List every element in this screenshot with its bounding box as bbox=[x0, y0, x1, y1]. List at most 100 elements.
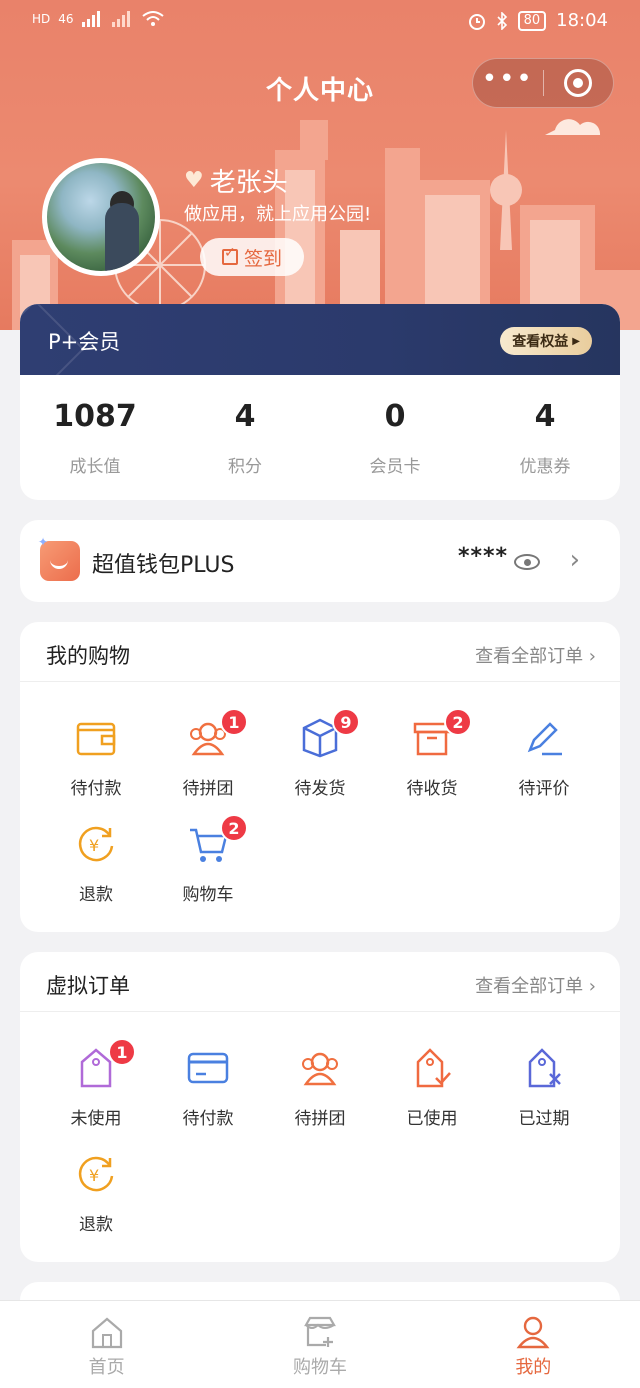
stat-label: 会员卡 bbox=[369, 457, 421, 477]
item-label: 待拼团 bbox=[294, 1109, 346, 1129]
profile-header: HD 46 80 18:04 个人中心 ••• ♥ 老张头 做应用，就上应用公园… bbox=[0, 0, 640, 330]
count-badge: 2 bbox=[220, 814, 248, 842]
view-all-orders-link[interactable]: 查看全部订单 › bbox=[475, 972, 596, 998]
card-icon bbox=[187, 1052, 229, 1084]
stat-points[interactable]: 4 积分 bbox=[170, 375, 320, 500]
signal-off-icon bbox=[111, 11, 130, 27]
stat-label: 成长值 bbox=[69, 457, 121, 477]
stat-value: 4 bbox=[234, 399, 256, 434]
store-cart-icon bbox=[304, 1316, 336, 1347]
bottom-tab-bar: 首页 购物车 我的 bbox=[0, 1300, 640, 1388]
user-name: 老张头 bbox=[209, 168, 288, 198]
item-label: 退款 bbox=[79, 1215, 113, 1235]
more-dots-icon: ••• bbox=[481, 64, 534, 94]
tab-label: 我的 bbox=[515, 1357, 552, 1378]
view-all-label: 查看全部订单 bbox=[475, 646, 584, 667]
stat-label: 优惠券 bbox=[519, 457, 571, 477]
hd-indicator: HD bbox=[32, 12, 51, 26]
tab-home[interactable]: 首页 bbox=[0, 1301, 213, 1388]
checkbox-icon bbox=[221, 245, 238, 265]
checkin-button[interactable]: 签到 bbox=[200, 238, 304, 276]
item-label: 已过期 bbox=[518, 1109, 570, 1129]
alarm-icon bbox=[468, 13, 485, 30]
checkin-label: 签到 bbox=[243, 247, 282, 270]
stat-member-card[interactable]: 0 会员卡 bbox=[320, 375, 470, 500]
tab-label: 首页 bbox=[88, 1357, 125, 1378]
item-label: 已使用 bbox=[406, 1109, 458, 1129]
virtual-pending-group[interactable]: 待拼团 bbox=[264, 1046, 376, 1129]
group-icon bbox=[302, 1052, 338, 1086]
item-label: 待收货 bbox=[406, 779, 458, 799]
view-rights-label: 查看权益 bbox=[512, 334, 569, 350]
tab-cart[interactable]: 购物车 bbox=[213, 1301, 426, 1388]
tab-mine[interactable]: 我的 bbox=[427, 1301, 640, 1388]
section-title: 虚拟订单 bbox=[46, 974, 130, 998]
user-slogan: 做应用，就上应用公园! bbox=[184, 204, 372, 225]
item-label: 待付款 bbox=[182, 1109, 234, 1129]
wallet-icon bbox=[76, 722, 116, 756]
order-pending-group[interactable]: 1 待拼团 bbox=[152, 708, 264, 799]
member-title: P+会员 bbox=[48, 330, 121, 354]
member-stats: 1087 成长值 4 积分 0 会员卡 4 优惠券 bbox=[20, 375, 620, 500]
view-all-label: 查看全部订单 bbox=[475, 976, 584, 997]
svg-text:¥: ¥ bbox=[89, 1166, 99, 1185]
member-card: P+会员 查看权益 ▶ 1087 成长值 4 积分 0 会员卡 4 优惠券 bbox=[20, 304, 620, 500]
refund-icon: ¥ bbox=[78, 826, 114, 862]
shopping-section: 我的购物 查看全部订单 › 待付款 1 待拼团 9 待发货 2 待收货 待评价 bbox=[20, 622, 620, 932]
shopping-cart[interactable]: 2 购物车 bbox=[152, 814, 264, 905]
item-label: 待评价 bbox=[518, 779, 570, 799]
virtual-refund[interactable]: ¥ 退款 bbox=[40, 1152, 152, 1235]
status-bar: HD 46 80 18:04 bbox=[0, 0, 640, 44]
network-indicator: 46 bbox=[58, 12, 74, 26]
stat-coupons[interactable]: 4 优惠券 bbox=[470, 375, 620, 500]
signal-icon bbox=[81, 11, 100, 27]
wallet-balance-masked: **** bbox=[457, 544, 508, 569]
count-badge: 9 bbox=[332, 708, 360, 736]
avatar[interactable] bbox=[42, 158, 160, 276]
virtual-unused[interactable]: 1 未使用 bbox=[40, 1038, 152, 1129]
user-icon bbox=[516, 1316, 550, 1349]
wallet-title: 超值钱包PLUS bbox=[92, 553, 235, 578]
wifi-icon bbox=[141, 11, 164, 26]
home-icon bbox=[91, 1317, 122, 1349]
item-label: 待发货 bbox=[294, 779, 346, 799]
view-all-orders-link[interactable]: 查看全部订单 › bbox=[475, 642, 596, 668]
item-label: 未使用 bbox=[70, 1109, 122, 1129]
tag-check-icon bbox=[416, 1048, 451, 1088]
clock: 18:04 bbox=[556, 10, 608, 31]
section-title: 我的购物 bbox=[46, 644, 130, 668]
count-badge: 1 bbox=[220, 708, 248, 736]
count-badge: 2 bbox=[444, 708, 472, 736]
view-rights-button[interactable]: 查看权益 ▶ bbox=[500, 327, 592, 355]
virtual-used[interactable]: 已使用 bbox=[376, 1046, 488, 1129]
battery-indicator: 80 bbox=[517, 10, 547, 31]
bluetooth-icon bbox=[497, 11, 507, 30]
heart-icon: ♥ bbox=[184, 168, 204, 193]
chevron-right-icon: › bbox=[569, 545, 580, 575]
stat-value: 1087 bbox=[53, 399, 137, 434]
eye-icon[interactable] bbox=[514, 554, 540, 570]
virtual-pending-payment[interactable]: 待付款 bbox=[152, 1046, 264, 1129]
order-pending-review[interactable]: 待评价 bbox=[488, 716, 600, 799]
virtual-expired[interactable]: 已过期 bbox=[488, 1046, 600, 1129]
tab-label: 购物车 bbox=[292, 1357, 347, 1378]
item-label: 待拼团 bbox=[182, 779, 234, 799]
item-label: 退款 bbox=[79, 885, 113, 905]
virtual-orders-section: 虚拟订单 查看全部订单 › 1 未使用 待付款 待拼团 已使用 已过期 ¥ 退款 bbox=[20, 952, 620, 1262]
order-pending-shipment[interactable]: 9 待发货 bbox=[264, 708, 376, 799]
item-label: 待付款 bbox=[70, 779, 122, 799]
order-pending-payment[interactable]: 待付款 bbox=[40, 716, 152, 799]
item-label: 购物车 bbox=[182, 885, 234, 905]
order-refund[interactable]: ¥ 退款 bbox=[40, 822, 152, 905]
svg-text:¥: ¥ bbox=[89, 836, 99, 855]
wallet-row[interactable]: ✦ 超值钱包PLUS **** › bbox=[20, 520, 620, 602]
user-name-row: ♥ 老张头 bbox=[184, 162, 288, 199]
stat-value: 0 bbox=[384, 399, 406, 434]
pen-icon bbox=[527, 722, 562, 756]
stat-label: 积分 bbox=[228, 457, 262, 477]
target-icon bbox=[564, 69, 593, 97]
member-banner: P+会员 查看权益 ▶ bbox=[20, 304, 620, 399]
triangle-right-icon: ▶ bbox=[572, 335, 580, 347]
stat-growth[interactable]: 1087 成长值 bbox=[20, 375, 170, 500]
order-pending-receipt[interactable]: 2 待收货 bbox=[376, 708, 488, 799]
